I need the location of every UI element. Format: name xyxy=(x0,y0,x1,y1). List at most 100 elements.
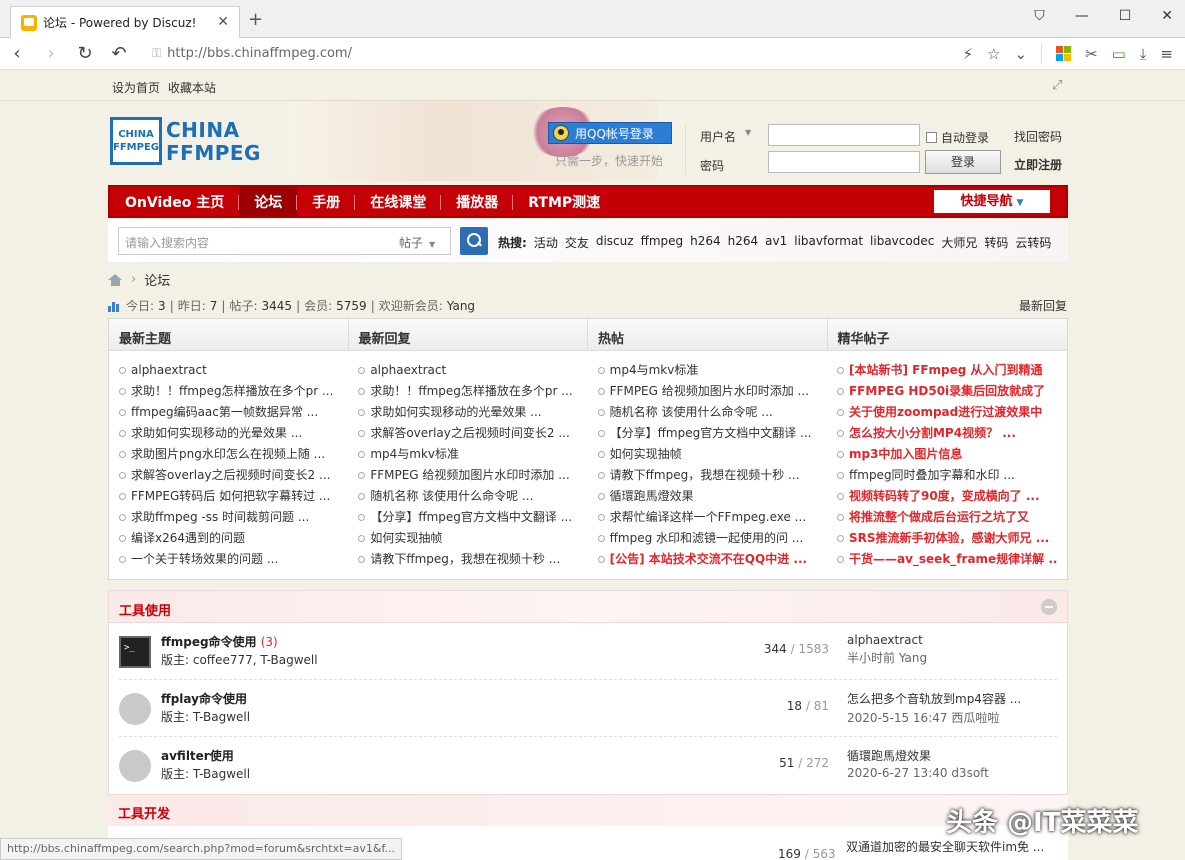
thread-link[interactable]: 求助如何实现移动的光晕效果 ... xyxy=(119,423,338,444)
maximize-icon[interactable]: ☐ xyxy=(1119,8,1132,24)
speech-bubble-icon[interactable] xyxy=(119,693,151,725)
nav-item-rtmp-test[interactable]: RTMP测速 xyxy=(513,187,615,216)
hot-term[interactable]: 云转码 xyxy=(1015,234,1051,251)
thread-link[interactable]: 干货——av_seek_frame规律详解 ... xyxy=(837,549,1057,570)
thread-link[interactable]: [公告] 本站技术交流不在QQ中进 ... xyxy=(598,549,817,570)
url-field[interactable]: ⚿ http://bbs.chinaffmpeg.com/ xyxy=(152,46,962,61)
thread-link[interactable]: 求助！！ffmpeg怎样播放在多个pr ... xyxy=(358,381,577,402)
register-link[interactable]: 立即注册 xyxy=(1014,156,1062,173)
hot-term[interactable]: libavformat xyxy=(794,234,863,251)
auto-login-checkbox[interactable] xyxy=(926,132,937,143)
scissors-icon[interactable]: ✂ xyxy=(1085,45,1098,63)
thread-link[interactable]: 关于使用zoompad进行过渡效果中 xyxy=(837,402,1057,423)
thread-link[interactable]: 请教下ffmpeg，我想在视频十秒 ... xyxy=(358,549,577,570)
password-input[interactable] xyxy=(768,151,920,173)
hot-term[interactable]: libavcodec xyxy=(870,234,934,251)
nav-item-manual[interactable]: 手册 xyxy=(297,187,356,216)
thread-link[interactable]: 求助ffmpeg -ss 时间裁剪问题 ... xyxy=(119,507,338,528)
thread-link[interactable]: 求解答overlay之后视频时间变长2 ... xyxy=(358,423,577,444)
thread-link[interactable]: 视频转码转了90度，变成横向了 ... xyxy=(837,486,1057,507)
browser-tab[interactable]: 论坛 - Powered by Discuz! ✕ xyxy=(10,6,240,38)
latest-reply-link[interactable]: 最新回复 xyxy=(1019,297,1067,314)
thread-link[interactable]: 求解答overlay之后视频时间变长2 ... xyxy=(119,465,338,486)
thread-link[interactable]: 如何实现抽帧 xyxy=(598,444,817,465)
hot-term[interactable]: 大师兄 xyxy=(941,234,977,251)
thread-link[interactable]: 编译x264遇到的问题 xyxy=(119,528,338,549)
collapse-icon[interactable] xyxy=(1041,599,1057,615)
search-button[interactable] xyxy=(460,227,488,255)
thread-link[interactable]: 怎么按大小分割MP4视频？ ... xyxy=(837,423,1057,444)
hot-term[interactable]: h264 xyxy=(690,234,721,251)
forum-last-post-title[interactable]: 双通道加密的最安全聊天软件im免 ... xyxy=(846,838,1044,855)
thread-link[interactable]: mp4与mkv标准 xyxy=(358,444,577,465)
speech-bubble-icon[interactable] xyxy=(119,750,151,782)
new-tab-icon[interactable]: + xyxy=(248,9,263,30)
thread-link[interactable]: 请教下ffmpeg，我想在视频十秒 ... xyxy=(598,465,817,486)
nav-item-player[interactable]: 播放器 xyxy=(441,187,514,216)
thread-link[interactable]: mp3中加入图片信息 xyxy=(837,444,1057,465)
thread-link[interactable]: 循環跑馬燈效果 xyxy=(598,486,817,507)
battery-icon[interactable]: ▭ xyxy=(1112,45,1126,63)
site-info-icon[interactable]: ⚿ xyxy=(152,46,161,61)
terminal-icon[interactable] xyxy=(119,636,151,668)
thread-link[interactable]: 【分享】ffmpeg官方文档中文翻译 ... xyxy=(358,507,577,528)
forum-name[interactable]: avfilter使用 xyxy=(161,747,234,764)
thread-link[interactable]: [本站新书] FFmpeg 从入门到精通 xyxy=(837,360,1057,381)
new-member-link[interactable]: Yang xyxy=(447,299,475,313)
hot-term[interactable]: discuz xyxy=(596,234,634,251)
thread-link[interactable]: FFMPEG 给视频加图片水印时添加 ... xyxy=(358,465,577,486)
thread-link[interactable]: 随机名称 该使用什么命令呢 ... xyxy=(598,402,817,423)
forum-last-post-title[interactable]: 循環跑馬燈效果 xyxy=(847,747,1057,764)
menu-icon[interactable]: ≡ xyxy=(1160,45,1173,63)
thread-link[interactable]: 求助！！ffmpeg怎样播放在多个pr ... xyxy=(119,381,338,402)
hot-term[interactable]: 活动 xyxy=(534,234,558,251)
hot-term[interactable]: 转码 xyxy=(984,234,1008,251)
qq-login-button[interactable]: 用QQ帐号登录 xyxy=(548,122,672,144)
site-logo[interactable]: CHINA FFMPEG CHINA FFMPEG xyxy=(108,115,260,171)
thread-link[interactable]: 求助图片png水印怎么在视频上随 ... xyxy=(119,444,338,465)
bookmark-link[interactable]: 收藏本站 xyxy=(168,79,216,96)
search-input[interactable]: 请输入搜索内容 xyxy=(118,227,392,255)
minimize-icon[interactable]: — xyxy=(1075,8,1089,24)
thread-link[interactable]: alphaextract xyxy=(358,360,577,381)
download-icon[interactable]: ⤓ xyxy=(1140,45,1147,63)
thread-link[interactable]: FFMPEG转码后 如何把软字幕转过 ... xyxy=(119,486,338,507)
find-password-link[interactable]: 找回密码 xyxy=(1014,128,1062,145)
username-dropdown-icon[interactable]: ▼ xyxy=(745,128,751,137)
widescreen-icon[interactable]: ⤢ xyxy=(1052,78,1062,93)
thread-link[interactable]: alphaextract xyxy=(119,360,338,381)
thread-link[interactable]: 求助如何实现移动的光晕效果 ... xyxy=(358,402,577,423)
thread-link[interactable]: 随机名称 该使用什么命令呢 ... xyxy=(358,486,577,507)
nav-item-forum[interactable]: 论坛 xyxy=(239,187,298,216)
thread-link[interactable]: 【分享】ffmpeg官方文档中文翻译 ... xyxy=(598,423,817,444)
dropdown-chevron-icon[interactable]: ⌄ xyxy=(1014,45,1027,63)
thread-link[interactable]: 将推流整个做成后台运行之坑了又 xyxy=(837,507,1057,528)
forum-name[interactable]: ffplay命令使用 xyxy=(161,690,247,707)
auto-login-option[interactable]: 自动登录 xyxy=(926,129,989,146)
thread-link[interactable]: ffmpeg编码aac第一帧数据异常 ... xyxy=(119,402,338,423)
close-tab-icon[interactable]: ✕ xyxy=(217,14,229,30)
forward-icon[interactable]: › xyxy=(34,43,68,64)
star-icon[interactable]: ☆ xyxy=(987,45,1000,63)
thread-link[interactable]: 如何实现抽帧 xyxy=(358,528,577,549)
search-scope-select[interactable]: 帖子 ▼ xyxy=(391,227,451,255)
thread-link[interactable]: FFMPEG 给视频加图片水印时添加 ... xyxy=(598,381,817,402)
shirt-skin-icon[interactable]: ⛉ xyxy=(1034,8,1045,24)
hot-term[interactable]: h264 xyxy=(728,234,759,251)
forum-name[interactable]: ffmpeg命令使用 (3) xyxy=(161,633,278,650)
username-input[interactable] xyxy=(768,124,920,146)
close-window-icon[interactable]: ✕ xyxy=(1161,8,1173,24)
thread-link[interactable]: ffmpeg 水印和滤镜一起使用的问 ... xyxy=(598,528,817,549)
forum-last-post-title[interactable]: alphaextract xyxy=(847,633,1057,647)
thread-link[interactable]: 求帮忙编译这样一个FFmpeg.exe ... xyxy=(598,507,817,528)
quick-nav-button[interactable]: 快捷导航 ▼ xyxy=(934,190,1050,213)
login-button[interactable]: 登录 xyxy=(925,150,1001,174)
home-icon[interactable] xyxy=(108,273,123,286)
hot-term[interactable]: ffmpeg xyxy=(641,234,684,251)
hot-term[interactable]: av1 xyxy=(765,234,787,251)
thread-link[interactable]: ffmpeg同时叠加字幕和水印 ... xyxy=(837,465,1057,486)
nav-item-onvideo-home[interactable]: OnVideo 主页 xyxy=(110,187,240,216)
thread-link[interactable]: FFMPEG HD50i录集后回放就成了 xyxy=(837,381,1057,402)
category-title[interactable]: 工具开发 xyxy=(118,807,170,822)
reload-icon[interactable]: ↻ xyxy=(68,43,102,64)
